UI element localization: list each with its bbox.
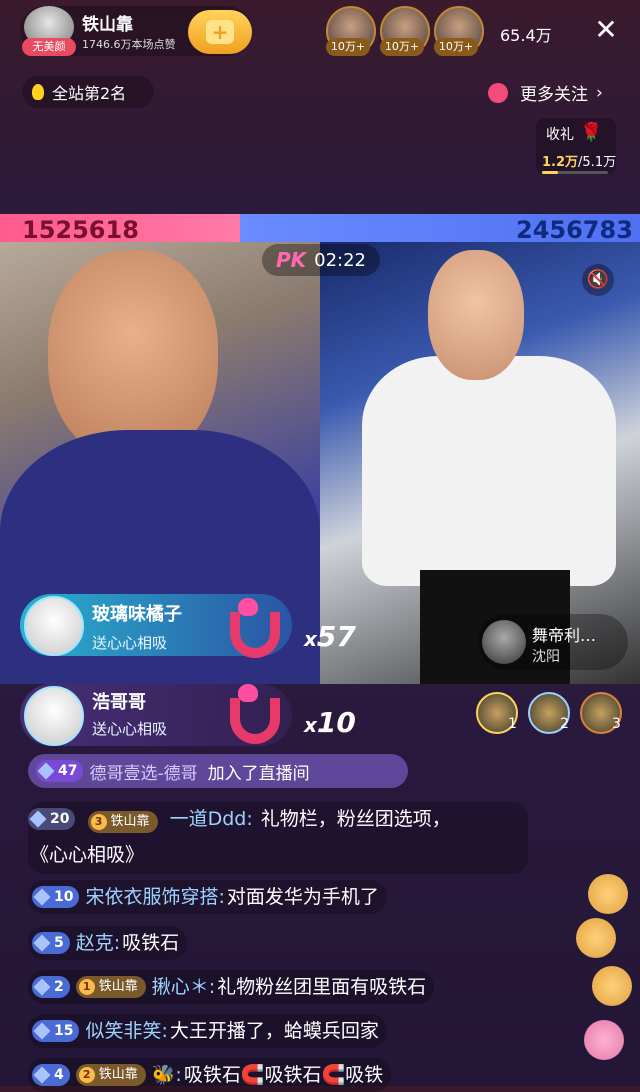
level-badge: 2	[32, 976, 70, 998]
chat-message: 15 似笑非笑: 大王开播了，蛤蟆兵回家	[28, 1014, 387, 1048]
right-host-body	[362, 356, 616, 586]
pk-right-score: 2456783	[516, 216, 633, 244]
audience-rank-num-1: 1	[508, 716, 517, 732]
remote-host-name: 舞帝利…	[532, 626, 597, 645]
follow-button[interactable]: +	[188, 10, 252, 54]
chat-user[interactable]: 一道Ddd:	[170, 808, 253, 830]
chat-line: 20 3 铁山靠 一道Ddd: 礼物栏，粉丝团选项，	[28, 802, 451, 836]
gem-icon	[37, 762, 55, 780]
heart-icon	[584, 1020, 624, 1060]
level-badge: 4	[32, 1064, 70, 1086]
top-fan-label-2: 10万+	[380, 38, 424, 56]
thumbs-up-icon	[576, 918, 616, 958]
pk-timer-value: 02:22	[314, 249, 367, 271]
flame-icon	[32, 84, 44, 100]
chat-text: 大王开播了，蛤蟆兵回家	[169, 1020, 379, 1042]
rose-icon: 🌹	[580, 122, 603, 143]
level-badge: 10	[32, 886, 80, 908]
chat-text: 《心心相吸》	[30, 844, 145, 866]
host-badge: 无美颜	[22, 38, 76, 56]
close-icon[interactable]: ✕	[592, 16, 620, 44]
more-follow-button[interactable]: 更多关注 ›	[488, 80, 603, 105]
top-fan-label-3: 10万+	[434, 38, 478, 56]
thumbs-up-icon	[592, 966, 632, 1006]
viewer-count[interactable]: 65.4万	[500, 22, 552, 46]
site-rank-pill[interactable]: 全站第2名	[22, 76, 154, 108]
chat-user[interactable]: 似笑非笑:	[85, 1014, 167, 1048]
fan-club-tag: 2 铁山靠	[75, 1064, 146, 1086]
host-name: 铁山靠	[82, 15, 133, 35]
like-animation	[574, 874, 632, 1074]
chat-user[interactable]: 揪心＊:	[152, 970, 215, 1004]
gem-icon	[33, 1066, 51, 1084]
top-fan-label-1: 10万+	[326, 38, 370, 56]
remote-host-avatar[interactable]	[482, 620, 526, 664]
chat-message: 4 2 铁山靠 🐝: 吸铁石🧲吸铁石🧲吸铁	[28, 1058, 392, 1092]
audience-rank-num-3: 3	[612, 716, 621, 732]
mute-icon[interactable]: 🔇	[582, 264, 614, 296]
combo-avatar-1[interactable]	[24, 596, 84, 656]
combo-sender-2: 浩哥哥	[92, 692, 146, 713]
chat-text: 吸铁石	[122, 932, 180, 954]
join-message: 47 德哥壹选-德哥 加入了直播间	[28, 754, 408, 788]
gem-icon	[33, 888, 51, 906]
chat-text: 礼物粉丝团里面有吸铁石	[217, 976, 427, 998]
sound-wave-icon	[488, 82, 508, 103]
remote-host-city: 沈阳	[532, 649, 560, 665]
chevron-right-icon: ›	[596, 82, 603, 103]
audience-rank-num-2: 2	[560, 716, 569, 732]
more-follow-label: 更多关注	[520, 85, 588, 105]
heart-plus-icon: +	[206, 20, 234, 44]
level-badge: 5	[32, 932, 70, 954]
gift-goal-title: 收礼	[546, 127, 574, 143]
chat-text: 吸铁石🧲吸铁石🧲吸铁	[183, 1064, 384, 1086]
site-rank-text: 全站第2名	[52, 84, 127, 103]
pk-logo: PK	[275, 248, 307, 272]
combo-multiplier-1: x57	[304, 620, 356, 653]
pk-timer: PK 02:22	[262, 244, 380, 276]
left-host-face	[48, 250, 218, 460]
combo-multiplier-2: x10	[304, 706, 356, 739]
gem-icon	[29, 810, 47, 828]
fan-club-tag: 3 铁山靠	[87, 811, 158, 833]
chat-text: 对面发华为手机了	[226, 886, 379, 908]
chat-user[interactable]: 赵克:	[76, 926, 120, 960]
gem-icon	[33, 978, 51, 996]
level-badge: 47	[36, 760, 84, 782]
combo-action-1: 送心心相吸	[92, 634, 168, 652]
thumbs-up-icon	[588, 874, 628, 914]
chat-user[interactable]: 🐝:	[152, 1058, 182, 1092]
chat-line-continued: 《心心相吸》	[30, 838, 144, 872]
gem-icon	[33, 1022, 51, 1040]
pk-left-score: 1525618	[22, 216, 139, 244]
chat-message: 10 宋依衣服饰穿搭: 对面发华为手机了	[28, 880, 387, 914]
gift-goal-count: 1.2万/5.1万	[542, 155, 617, 170]
chat-user[interactable]: 宋依衣服饰穿搭:	[85, 880, 224, 914]
chat-message: 2 1 铁山靠 揪心＊: 礼物粉丝团里面有吸铁石	[28, 970, 435, 1004]
combo-avatar-2[interactable]	[24, 686, 84, 746]
level-badge: 20	[28, 808, 76, 830]
right-host-face	[428, 250, 524, 380]
join-text: 加入了直播间	[207, 763, 310, 784]
join-user[interactable]: 德哥壹选-德哥	[89, 759, 197, 784]
combo-sender-1: 玻璃味橘子	[92, 604, 182, 625]
gift-goal-progress-fill	[542, 171, 558, 174]
combo-action-2: 送心心相吸	[92, 720, 168, 738]
chat-text: 礼物栏，粉丝团选项，	[260, 808, 451, 830]
host-likes: 1746.6万本场点赞	[82, 38, 176, 51]
fan-club-tag: 1 铁山靠	[75, 976, 146, 998]
gem-icon	[33, 934, 51, 952]
level-badge: 15	[32, 1020, 80, 1042]
chat-message: 5 赵克: 吸铁石	[28, 926, 188, 960]
